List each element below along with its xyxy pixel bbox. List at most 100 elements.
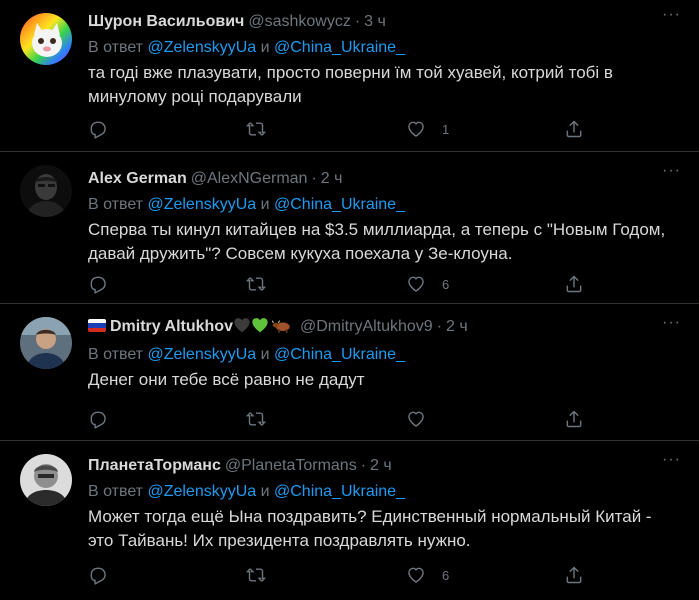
action-bar: 6 bbox=[88, 565, 649, 587]
reply-prefix: В ответ bbox=[88, 346, 148, 363]
avatar[interactable] bbox=[20, 317, 72, 369]
reply-context: В ответ @ZelenskyyUa и @China_Ukraine_ bbox=[88, 37, 679, 59]
user-handle[interactable]: @DmitryAltukhov9 bbox=[300, 318, 433, 335]
tweet-content: Шурон Васильович @sashkowycz · 3 ч В ответ … bbox=[88, 11, 679, 109]
display-name[interactable]: Dmitry Altukhov bbox=[110, 318, 233, 335]
tweet-header: Alex German @AlexNGerman · 2 ч bbox=[88, 168, 679, 190]
like-count: 6 bbox=[442, 567, 450, 583]
like-button[interactable] bbox=[406, 409, 442, 429]
more-options-icon[interactable]: ··· bbox=[662, 452, 681, 468]
heart-icon bbox=[408, 411, 424, 427]
mention-link[interactable]: @ZelenskyyUa bbox=[147, 483, 256, 500]
reply-icon bbox=[90, 276, 106, 294]
dark-portrait-avatar-image bbox=[20, 165, 72, 217]
heart-icon bbox=[408, 276, 424, 292]
share-icon bbox=[566, 120, 582, 138]
bw-portrait-avatar-image bbox=[20, 454, 72, 506]
reply-feed: Шурон Васильович @sashkowycz · 3 ч В ответ … bbox=[0, 0, 699, 600]
tweet[interactable]: Alex German @AlexNGerman · 2 ч В ответ @Zel… bbox=[0, 152, 699, 304]
display-name[interactable]: Шурон Васильович bbox=[88, 13, 244, 30]
reply-context: В ответ @ZelenskyyUa и @China_Ukraine_ bbox=[88, 194, 679, 216]
like-button[interactable]: 1 bbox=[406, 119, 449, 139]
avatar[interactable] bbox=[20, 454, 72, 506]
reply-and: и bbox=[256, 346, 274, 363]
share-icon bbox=[566, 275, 582, 293]
avatar[interactable] bbox=[20, 165, 72, 217]
share-button[interactable] bbox=[564, 409, 584, 429]
more-options-icon[interactable]: ··· bbox=[662, 163, 681, 179]
tweet-text: Может тогда ещё Ына поздравить? Единстве… bbox=[88, 507, 652, 550]
reply-and: и bbox=[256, 39, 274, 56]
action-bar bbox=[88, 409, 649, 431]
man-portrait-avatar-image bbox=[20, 317, 72, 369]
mention-link[interactable]: @ZelenskyyUa bbox=[147, 39, 256, 56]
user-handle[interactable]: @sashkowycz bbox=[248, 13, 351, 30]
action-bar: 6 bbox=[88, 274, 649, 296]
like-button[interactable]: 6 bbox=[406, 274, 449, 294]
tweet-text: Сперва ты кинул китайцев на $3.5 миллиар… bbox=[88, 220, 666, 263]
tweet-content: Dmitry Altukhov @DmitryAltukhov9 · 2 ч В от… bbox=[88, 316, 679, 392]
retweet-button[interactable] bbox=[246, 119, 266, 139]
display-name[interactable]: ПланетаТорманс bbox=[88, 457, 221, 474]
heart-icon bbox=[408, 567, 424, 583]
tweet[interactable]: Шурон Васильович @sashkowycz · 3 ч В ответ … bbox=[0, 0, 699, 152]
reply-and: и bbox=[256, 483, 274, 500]
like-button[interactable]: 6 bbox=[406, 565, 449, 585]
display-name[interactable]: Alex German bbox=[88, 170, 187, 187]
reply-button[interactable] bbox=[88, 409, 108, 429]
tweet-content: Alex German @AlexNGerman · 2 ч В ответ @Zel… bbox=[88, 168, 679, 266]
mention-link[interactable]: @China_Ukraine_ bbox=[274, 39, 405, 56]
green-heart-icon bbox=[251, 317, 269, 340]
tweet[interactable]: ПланетаТорманс @PlanetaTormans · 2 ч В отве… bbox=[0, 441, 699, 600]
user-handle[interactable]: @AlexNGerman bbox=[191, 170, 308, 187]
black-heart-icon bbox=[233, 317, 251, 340]
separator-dot: · bbox=[354, 13, 361, 30]
share-icon bbox=[566, 410, 582, 428]
reply-prefix: В ответ bbox=[88, 196, 148, 213]
reply-icon bbox=[90, 411, 106, 429]
avatar[interactable] bbox=[20, 13, 72, 65]
share-button[interactable] bbox=[564, 565, 584, 585]
user-handle[interactable]: @PlanetaTormans bbox=[225, 457, 357, 474]
reply-button[interactable] bbox=[88, 274, 108, 294]
tweet-header: Dmitry Altukhov @DmitryAltukhov9 · 2 ч bbox=[88, 316, 679, 340]
reply-context: В ответ @ZelenskyyUa и @China_Ukraine_ bbox=[88, 344, 679, 366]
mention-link[interactable]: @China_Ukraine_ bbox=[274, 483, 405, 500]
retweet-button[interactable] bbox=[246, 565, 266, 585]
more-options-icon[interactable]: ··· bbox=[662, 7, 681, 23]
rainbow-cat-avatar-image bbox=[20, 13, 72, 65]
reply-button[interactable] bbox=[88, 565, 108, 585]
timestamp[interactable]: 2 ч bbox=[446, 318, 468, 335]
separator-dot: · bbox=[436, 318, 443, 335]
mention-link[interactable]: @ZelenskyyUa bbox=[147, 346, 256, 363]
tweet-content: ПланетаТорманс @PlanetaTormans · 2 ч В отве… bbox=[88, 455, 679, 553]
action-bar: 1 bbox=[88, 119, 649, 141]
mention-link[interactable]: @China_Ukraine_ bbox=[274, 346, 405, 363]
mention-link[interactable]: @China_Ukraine_ bbox=[274, 196, 405, 213]
tweet-text: та годі вже плазувати, просто поверни їм… bbox=[88, 63, 613, 106]
ox-icon bbox=[271, 318, 292, 340]
retweet-icon bbox=[246, 412, 266, 426]
tweet[interactable]: Dmitry Altukhov @DmitryAltukhov9 · 2 ч В от… bbox=[0, 304, 699, 441]
reply-prefix: В ответ bbox=[88, 39, 148, 56]
mention-link[interactable]: @ZelenskyyUa bbox=[147, 196, 256, 213]
reply-icon bbox=[90, 567, 106, 585]
separator-dot: · bbox=[360, 457, 367, 474]
timestamp[interactable]: 2 ч bbox=[370, 457, 392, 474]
share-icon bbox=[566, 566, 582, 584]
timestamp[interactable]: 3 ч bbox=[364, 13, 386, 30]
tweet-header: Шурон Васильович @sashkowycz · 3 ч bbox=[88, 11, 679, 33]
like-count: 1 bbox=[442, 121, 450, 137]
reply-context: В ответ @ZelenskyyUa и @China_Ukraine_ bbox=[88, 481, 679, 503]
timestamp[interactable]: 2 ч bbox=[321, 170, 343, 187]
share-button[interactable] bbox=[564, 119, 584, 139]
heart-icon bbox=[408, 121, 424, 137]
share-button[interactable] bbox=[564, 274, 584, 294]
retweet-button[interactable] bbox=[246, 409, 266, 429]
retweet-button[interactable] bbox=[246, 274, 266, 294]
tweet-text: Денег они тебе всё равно не дадут bbox=[88, 370, 365, 389]
more-options-icon[interactable]: ··· bbox=[662, 315, 681, 331]
retweet-icon bbox=[246, 122, 266, 136]
retweet-icon bbox=[246, 277, 266, 291]
reply-button[interactable] bbox=[88, 119, 108, 139]
